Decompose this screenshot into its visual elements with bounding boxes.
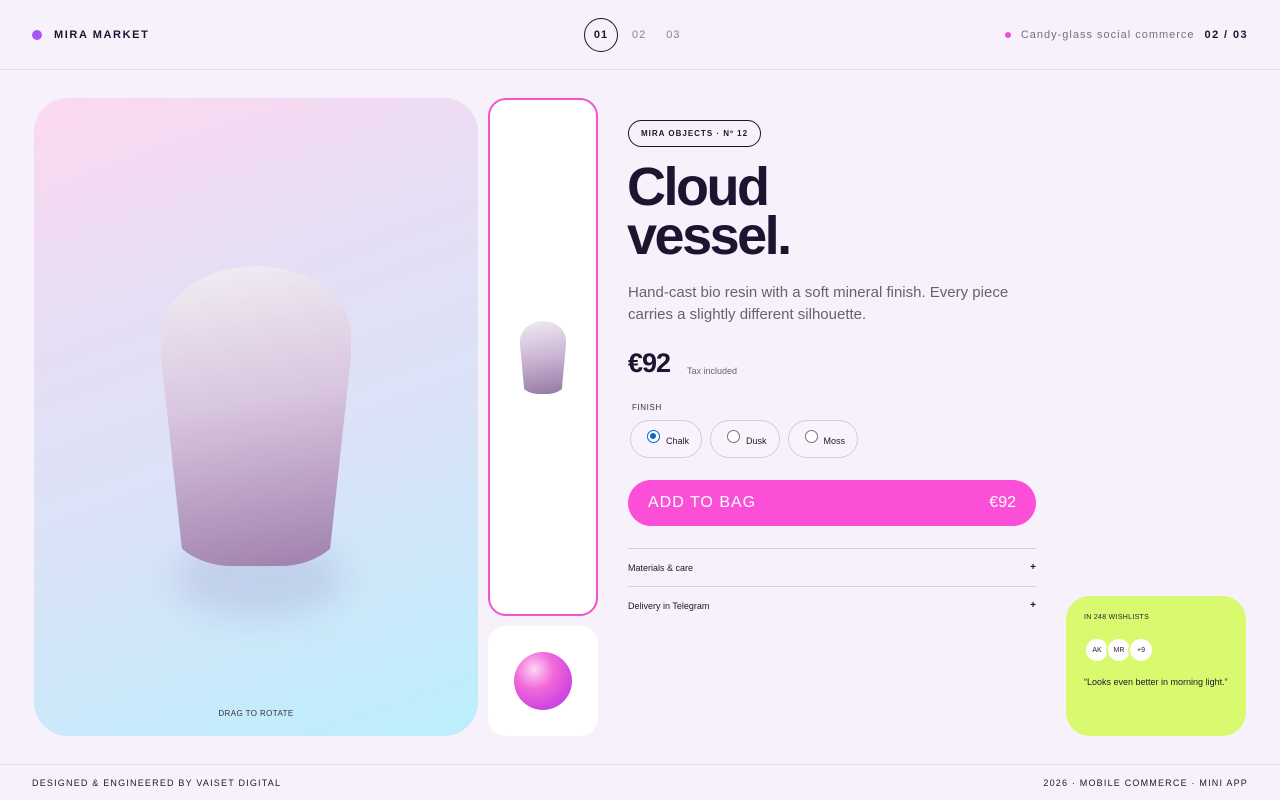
brand-name: MIRA MARKET <box>54 29 150 41</box>
tagline: Candy-glass social commerce <box>1020 29 1195 41</box>
wishlist-count: IN 248 WISHLISTS <box>1084 614 1150 621</box>
accordion-delivery[interactable]: Delivery in Telegram + <box>628 586 1036 624</box>
finish-label: FINISH <box>632 403 662 412</box>
thumbnail-sphere[interactable] <box>488 626 598 736</box>
vase-thumbnail-icon <box>520 321 566 394</box>
pager: 02 / 03 <box>1204 29 1248 41</box>
accordion-label: Delivery in Telegram <box>628 600 710 611</box>
avatar-more: +9 <box>1128 637 1154 663</box>
product-description: Hand-cast bio resin with a soft mineral … <box>628 284 1009 323</box>
plus-icon: + <box>1030 562 1036 573</box>
product-title: Cloud vessel. <box>627 157 1027 266</box>
finish-name: Moss <box>823 436 846 446</box>
footer-credit: DESIGNED & ENGINEERED BY VAISET DIGITAL <box>32 778 282 788</box>
finish-options: Chalk Dusk Moss <box>630 420 866 458</box>
radio-dusk[interactable] <box>727 429 741 443</box>
finish-option-chalk[interactable]: Chalk <box>630 420 703 458</box>
add-to-bag-label: ADD TO BAG <box>648 494 757 511</box>
finish-option-moss[interactable]: Moss <box>787 420 859 458</box>
footer: DESIGNED & ENGINEERED BY VAISET DIGITAL … <box>0 764 1280 800</box>
header-meta: Candy-glass social commerce 02 / 03 <box>1004 29 1248 41</box>
brand[interactable]: MIRA MARKET <box>32 29 149 41</box>
header: MIRA MARKET 01 02 03 Candy-glass social … <box>0 0 1280 70</box>
brand-dot-icon <box>32 30 42 40</box>
accordion-materials[interactable]: Materials & care + <box>628 548 1036 586</box>
radio-chalk[interactable] <box>647 429 660 443</box>
finish-option-dusk[interactable]: Dusk <box>710 420 780 458</box>
step-02[interactable]: 02 <box>632 29 646 41</box>
product-price: €92 <box>628 348 671 378</box>
finish-name: Chalk <box>666 436 690 446</box>
status-dot-icon <box>1004 32 1011 38</box>
radio-moss[interactable] <box>804 429 818 443</box>
step-nav: 01 02 03 <box>584 18 701 52</box>
vase-render[interactable] <box>161 266 351 566</box>
add-to-bag-price: €92 <box>989 494 1016 511</box>
drag-hint: DRAG TO ROTATE <box>218 709 294 718</box>
step-01[interactable]: 01 <box>584 18 618 52</box>
add-to-bag-button[interactable]: ADD TO BAG €92 <box>628 480 1036 526</box>
social-proof-card: IN 248 WISHLISTS AK MR +9 “Looks even be… <box>1066 596 1246 736</box>
accordion-label: Materials & care <box>628 562 694 573</box>
title-line-1: Cloud <box>627 157 770 217</box>
plus-icon: + <box>1030 600 1036 611</box>
thumbnail-vase[interactable] <box>488 98 598 616</box>
review-quote: “Looks even better in morning light.” <box>1084 677 1228 687</box>
product-viewer[interactable]: DRAG TO ROTATE <box>34 98 478 736</box>
finish-name: Dusk <box>746 436 767 446</box>
sphere-thumbnail-icon <box>514 652 572 710</box>
tax-note: Tax included <box>687 366 738 376</box>
collection-badge: MIRA OBJECTS · Nº 12 <box>628 120 762 147</box>
step-03[interactable]: 03 <box>666 29 680 41</box>
title-line-2: vessel. <box>627 206 792 266</box>
footer-meta: 2026 · MOBILE COMMERCE · MINI APP <box>1043 778 1248 788</box>
avatar-stack: AK MR +9 <box>1084 637 1228 663</box>
